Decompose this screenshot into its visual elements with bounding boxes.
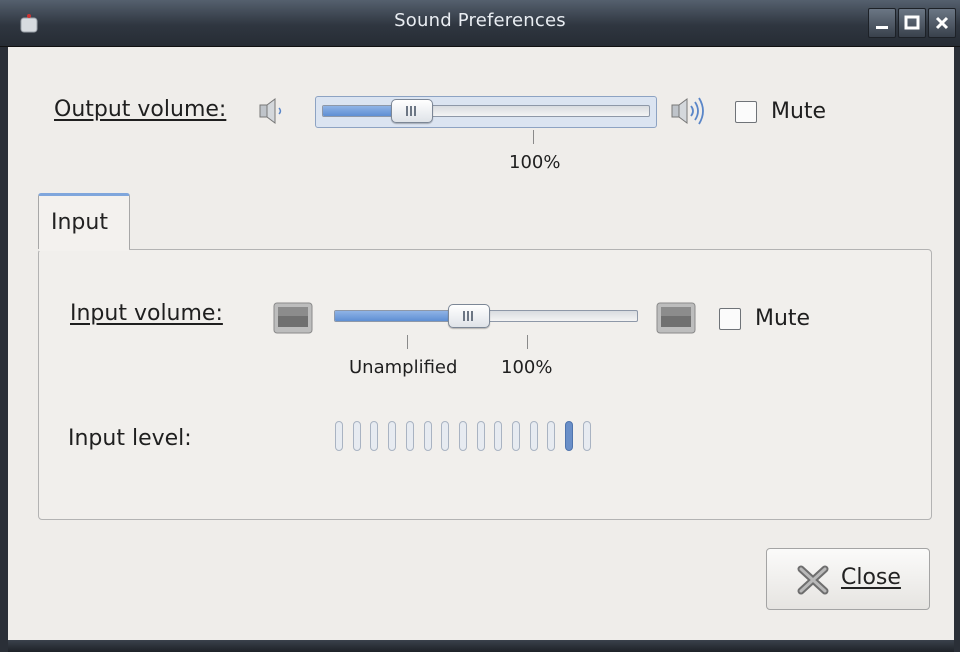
input-100-tick <box>527 335 528 349</box>
input-level-bar <box>405 421 414 451</box>
input-volume-thumb[interactable] <box>447 304 490 328</box>
input-level-bar <box>512 421 520 451</box>
input-tab-panel <box>38 249 932 520</box>
close-button-label: Close <box>841 565 901 590</box>
input-level-bar <box>494 421 503 451</box>
output-mute-label[interactable]: Mute <box>771 99 826 124</box>
minimize-icon <box>876 26 888 29</box>
input-unamplified-label: Unamplified <box>349 357 458 378</box>
input-device-high-icon <box>656 302 696 334</box>
close-x-icon <box>797 565 829 595</box>
input-volume-label: Input volume: <box>70 301 223 326</box>
maximize-button[interactable] <box>898 8 926 38</box>
window-title: Sound Preferences <box>394 10 566 31</box>
input-level-bar <box>565 421 574 451</box>
tab-input[interactable]: Input <box>38 193 130 249</box>
input-level-bar <box>476 421 485 451</box>
output-mute-checkbox[interactable] <box>735 101 757 123</box>
input-level-bar <box>352 421 361 451</box>
input-mute-checkbox[interactable] <box>719 308 741 330</box>
input-level-bar <box>547 421 556 451</box>
close-button[interactable]: Close <box>766 548 930 610</box>
output-volume-slider[interactable] <box>322 105 650 117</box>
output-100-tick <box>533 130 534 144</box>
input-level-bar <box>441 421 450 451</box>
output-volume-thumb[interactable] <box>390 99 433 123</box>
tab-input-label: Input <box>51 210 108 235</box>
input-level-bar <box>582 421 591 451</box>
close-icon <box>935 16 949 30</box>
sound-preferences-window: Sound Preferences Output volume: 100% Mu… <box>0 0 960 652</box>
output-100-label: 100% <box>509 152 561 173</box>
input-level-bar <box>529 421 538 451</box>
input-level-bar <box>335 421 343 451</box>
speaker-high-icon <box>671 97 704 125</box>
input-level-bar <box>423 421 432 451</box>
close-window-button[interactable] <box>928 8 956 38</box>
input-level-label: Input level: <box>68 426 192 451</box>
window-bottom-border <box>8 640 954 652</box>
input-mute-label[interactable]: Mute <box>755 306 810 331</box>
title-bar[interactable]: Sound Preferences <box>0 0 960 47</box>
input-device-low-icon <box>273 302 313 334</box>
input-level-bar <box>388 421 397 451</box>
speaker-low-icon <box>259 98 282 124</box>
input-unamplified-tick <box>407 335 408 349</box>
input-100-label: 100% <box>501 357 553 378</box>
output-volume-label: Output volume: <box>54 97 227 122</box>
minimize-button[interactable] <box>868 8 896 38</box>
input-level-bar <box>370 421 379 451</box>
input-level-bar <box>458 421 467 451</box>
maximize-icon <box>904 15 920 30</box>
tab-join <box>39 247 129 251</box>
